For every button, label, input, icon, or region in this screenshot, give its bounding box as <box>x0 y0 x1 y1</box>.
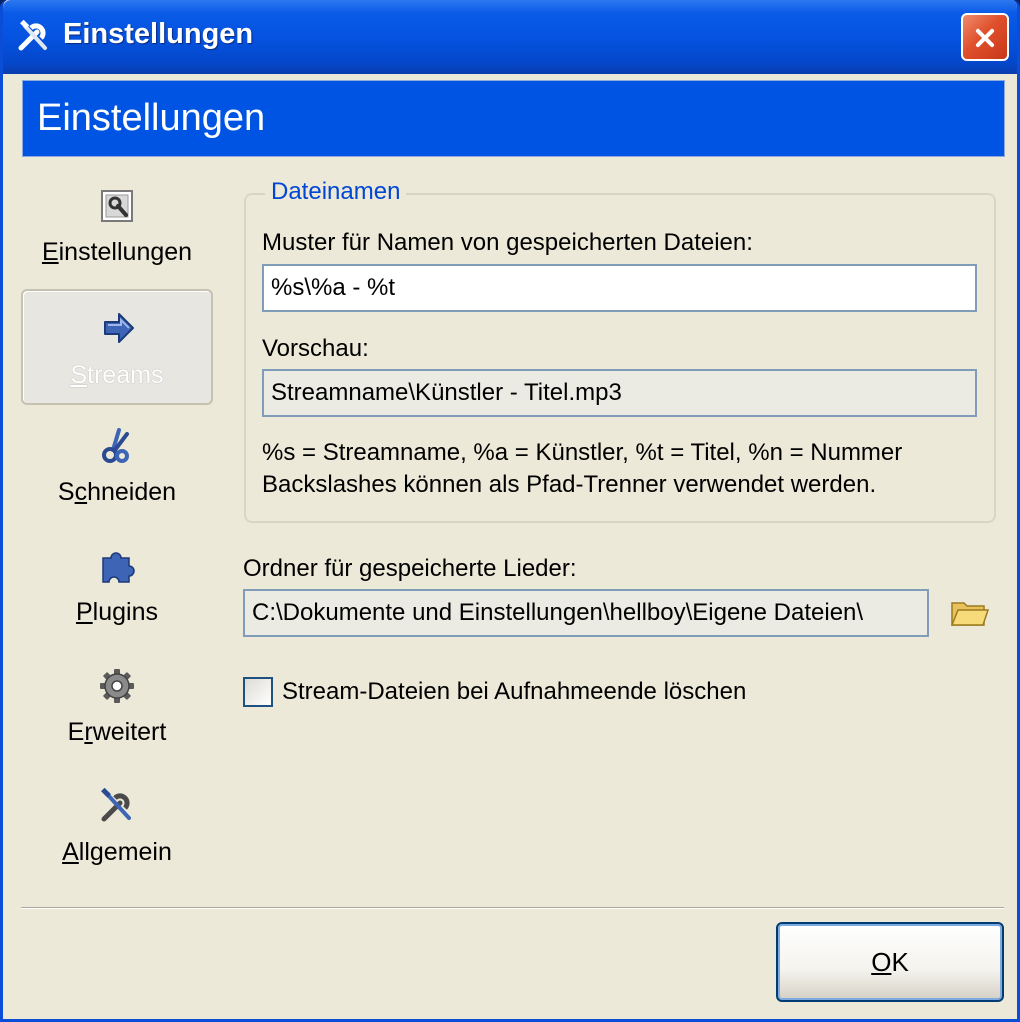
sidebar-item-label: Streams <box>70 361 164 389</box>
pattern-input[interactable]: %s\%a - %t <box>262 264 977 312</box>
sidebar-item-plugins[interactable]: Plugins <box>21 532 213 648</box>
sidebar-item-label: Allgemein <box>62 838 172 866</box>
sidebar-item-label: Erweitert <box>67 718 167 746</box>
folder-icon[interactable] <box>950 597 990 629</box>
ok-button[interactable]: OK <box>776 922 1004 1002</box>
sidebar-item-label: Schneiden <box>57 478 177 506</box>
sidebar-item-label: Plugins <box>75 598 158 626</box>
close-button[interactable] <box>961 13 1009 61</box>
settings-dialog: Einstellungen Einstellungen Einstellunge… <box>0 0 1020 1022</box>
separator <box>21 907 1004 909</box>
sidebar-item-streams[interactable]: Streams <box>21 289 213 405</box>
arrow-right-icon <box>104 313 134 343</box>
sidebar-item-schneiden[interactable]: Schneiden <box>21 412 213 528</box>
groupbox-legend: Dateinamen <box>265 178 407 206</box>
banner-title: Einstellungen <box>37 97 266 139</box>
sidebar-item-einstellungen[interactable]: Einstellungen <box>21 172 213 288</box>
header-banner: Einstellungen <box>22 80 1005 157</box>
delete-stream-files-checkbox[interactable] <box>243 677 273 707</box>
gear-icon <box>100 669 134 703</box>
wrench-screwdriver-icon <box>101 788 131 822</box>
help-text-line1: %s = Streamname, %a = Künstler, %t = Tit… <box>262 439 903 466</box>
wrench-screwdriver-icon <box>18 20 47 51</box>
preview-label: Vorschau: <box>262 335 369 362</box>
sidebar-item-label: Einstellungen <box>41 238 193 266</box>
folder-path-field[interactable]: C:\Dokumente und Einstellungen\hellboy\E… <box>243 589 929 637</box>
pattern-label: Muster für Namen von gespeicherten Datei… <box>262 229 753 256</box>
delete-stream-files-label: Stream-Dateien bei Aufnahmeende löschen <box>282 678 747 705</box>
sidebar-item-allgemein[interactable]: Allgemein <box>21 772 213 888</box>
window-title: Einstellungen <box>63 18 254 50</box>
title-bar[interactable]: Einstellungen <box>3 0 1017 74</box>
help-text-line2: Backslashes können als Pfad-Trenner verw… <box>262 471 877 498</box>
preview-field: Streamname\Künstler - Titel.mp3 <box>262 369 977 417</box>
puzzle-piece-icon <box>102 552 135 583</box>
settings-icon <box>101 190 133 222</box>
scissors-icon <box>102 428 129 463</box>
sidebar-item-erweitert[interactable]: Erweitert <box>21 652 213 768</box>
folder-label: Ordner für gespeicherte Lieder: <box>243 555 577 582</box>
